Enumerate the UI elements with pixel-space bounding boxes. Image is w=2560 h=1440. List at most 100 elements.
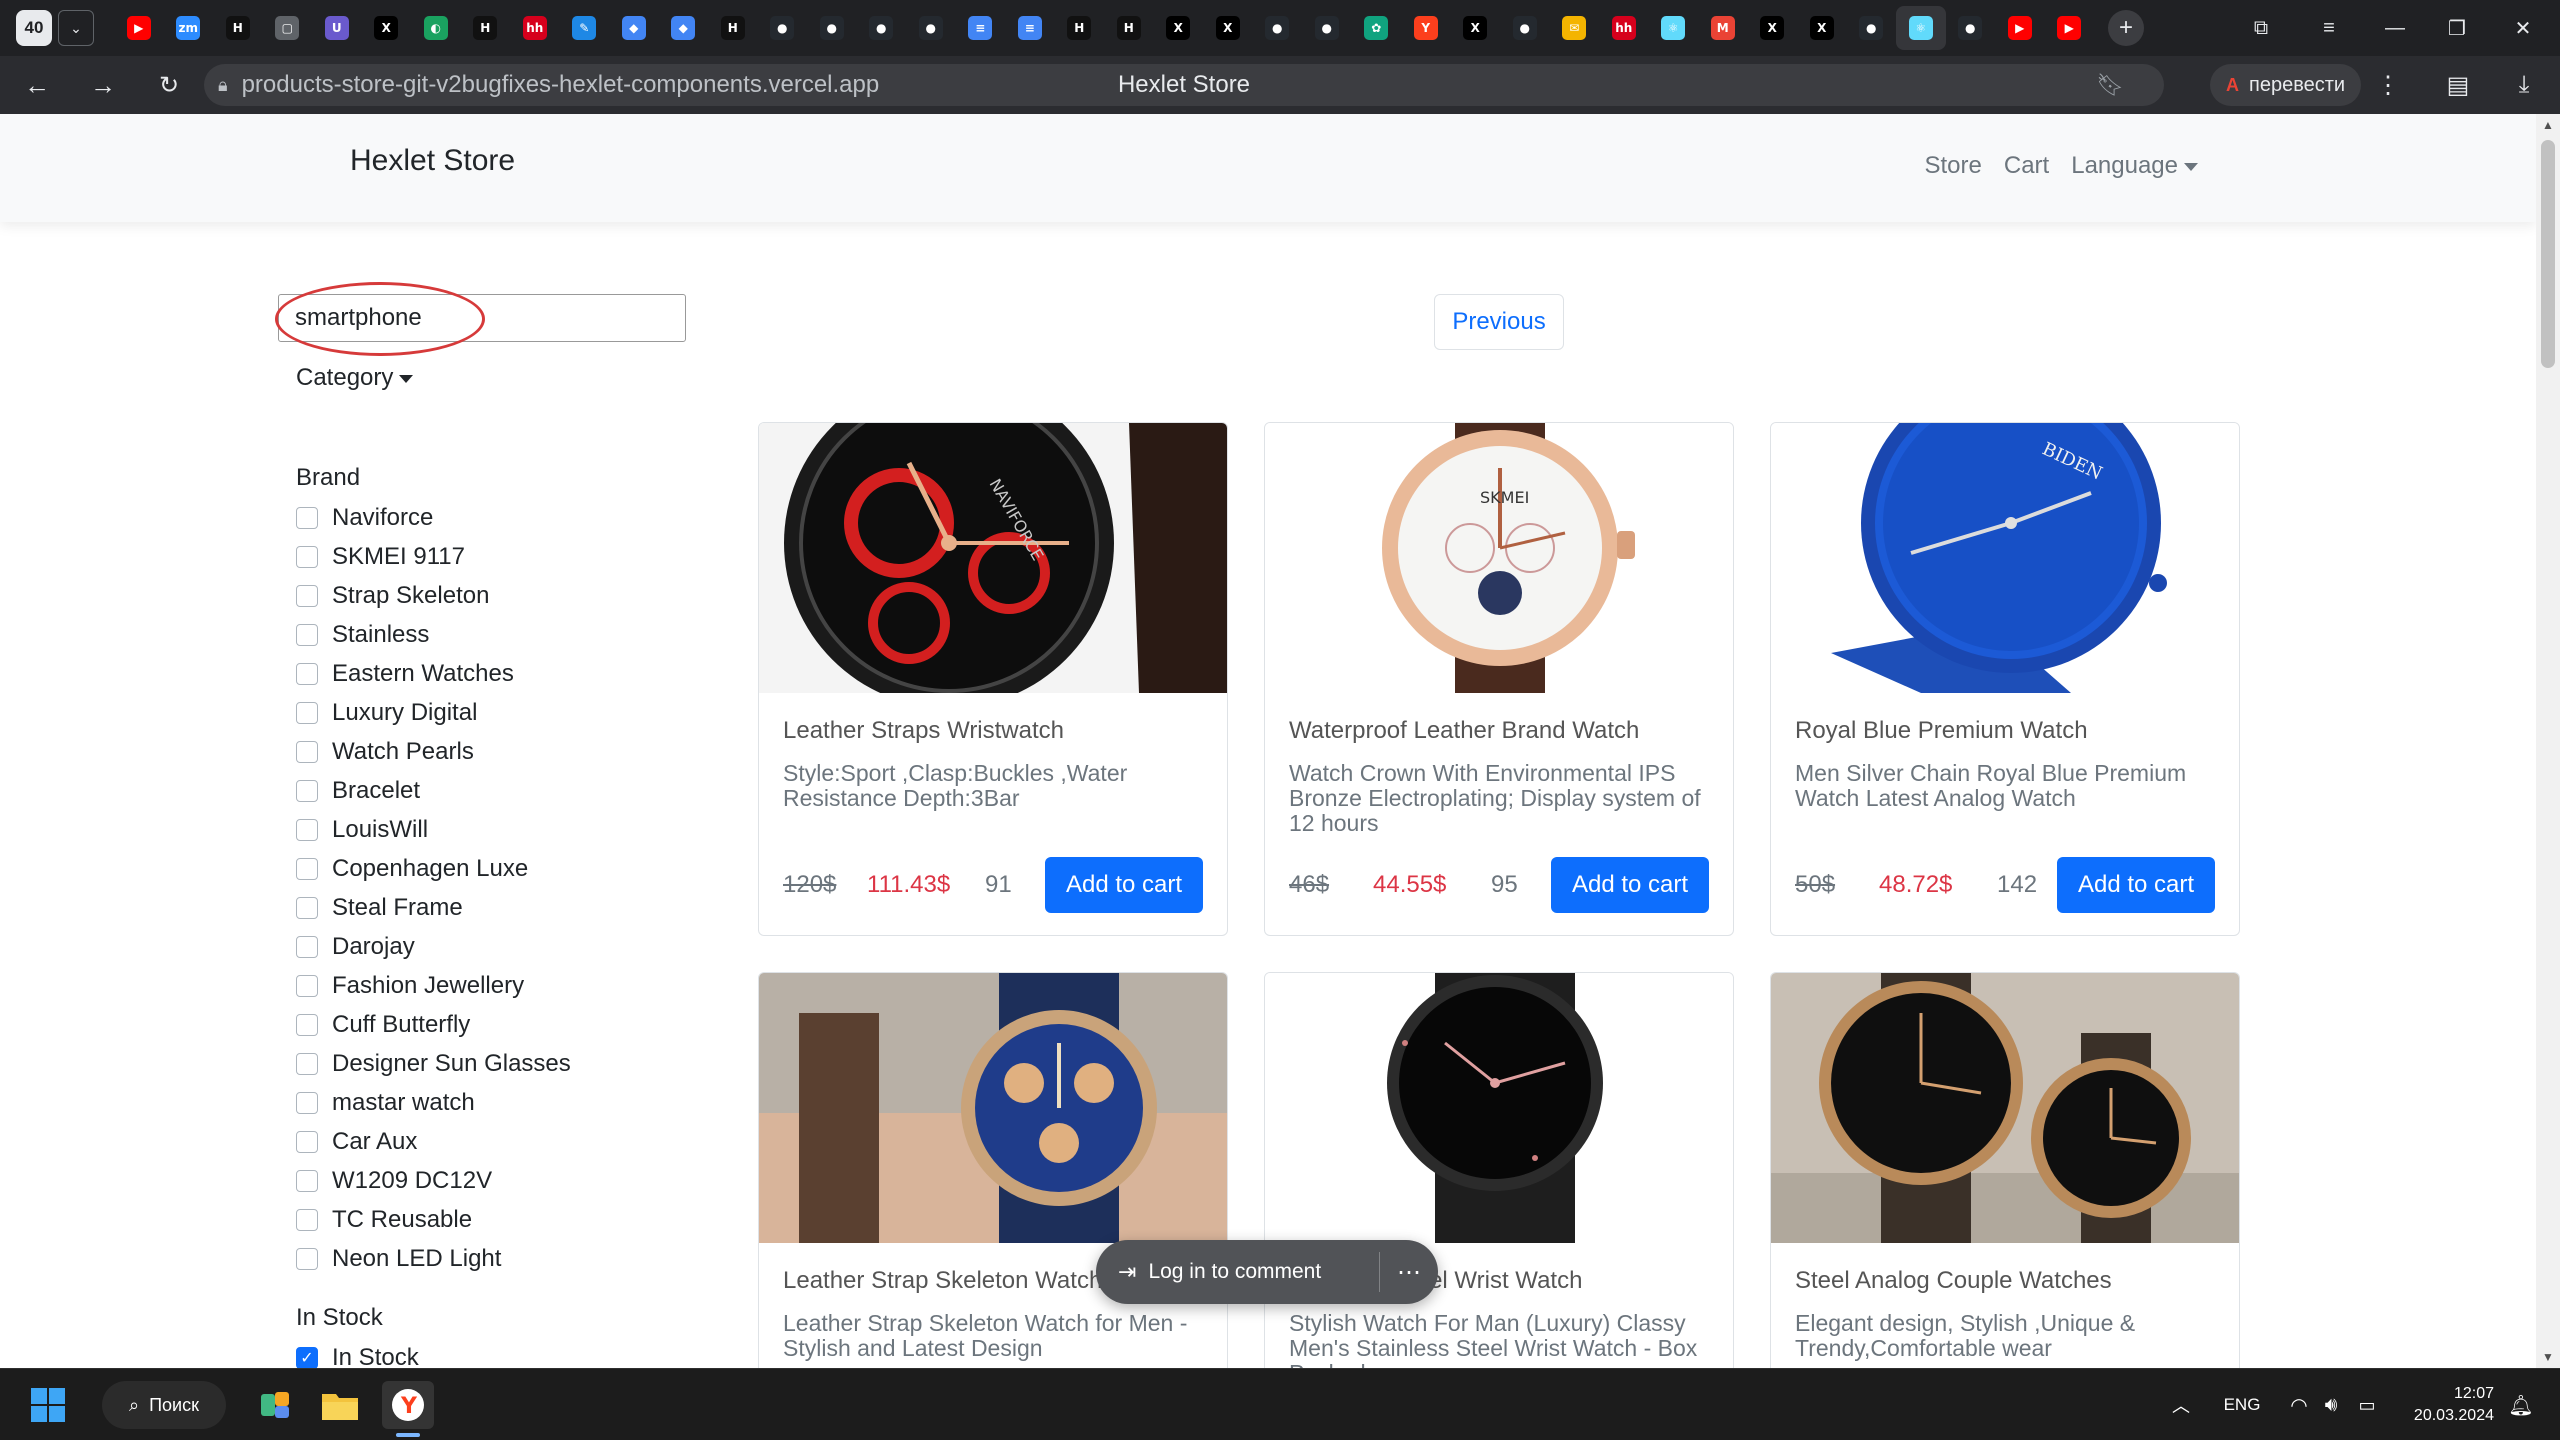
- browser-tab[interactable]: ▶: [2045, 6, 2095, 50]
- brand-checkbox[interactable]: [296, 1169, 318, 1192]
- reload-button[interactable]: ↻: [146, 62, 192, 108]
- more-icon[interactable]: ⋯: [1380, 1258, 1438, 1287]
- brand-checkbox[interactable]: [296, 740, 318, 763]
- battery-icon[interactable]: ▭: [2350, 1381, 2384, 1429]
- nav-cart-link[interactable]: Cart: [2004, 152, 2049, 180]
- browser-tab[interactable]: ●: [857, 6, 907, 50]
- browser-tab[interactable]: ●: [1253, 6, 1303, 50]
- browser-tab[interactable]: ●: [906, 6, 956, 50]
- browser-tab[interactable]: hh: [510, 6, 560, 50]
- forward-button[interactable]: →: [80, 62, 126, 108]
- browser-tab[interactable]: ✎: [560, 6, 610, 50]
- brand-checkbox-row[interactable]: TC Reusable: [296, 1200, 716, 1239]
- browser-tab[interactable]: ▢: [263, 6, 313, 50]
- collections-icon[interactable]: ⧉: [2232, 0, 2290, 56]
- restore-button[interactable]: ❐: [2428, 0, 2486, 56]
- file-explorer-icon[interactable]: [316, 1381, 364, 1429]
- volume-icon[interactable]: 🔊︎: [2316, 1381, 2346, 1429]
- new-tab-button[interactable]: +: [2108, 10, 2144, 46]
- url-field[interactable]: 🔒︎ products-store-git-v2bugfixes-hexlet-…: [204, 64, 2164, 106]
- brand-checkbox[interactable]: [296, 623, 318, 646]
- brand-checkbox[interactable]: [296, 1208, 318, 1231]
- windows-start-icon[interactable]: [24, 1381, 72, 1429]
- download-icon[interactable]: ⤓: [2500, 56, 2548, 114]
- widgets-icon[interactable]: [252, 1381, 300, 1429]
- brand-checkbox-row[interactable]: Eastern Watches: [296, 654, 716, 693]
- browser-tab[interactable]: ▶: [1995, 6, 2045, 50]
- browser-tab[interactable]: ●: [1847, 6, 1897, 50]
- browser-tab[interactable]: H: [1104, 6, 1154, 50]
- brand-checkbox[interactable]: [296, 701, 318, 724]
- brand-checkbox-row[interactable]: LouisWill: [296, 810, 716, 849]
- brand-checkbox-row[interactable]: Stainless: [296, 615, 716, 654]
- brand-checkbox[interactable]: [296, 1013, 318, 1036]
- brand-checkbox-row[interactable]: Neon LED Light: [296, 1239, 716, 1278]
- browser-tab[interactable]: ✉: [1550, 6, 1600, 50]
- browser-tab[interactable]: ●: [1946, 6, 1996, 50]
- brand-checkbox-row[interactable]: Naviforce: [296, 498, 716, 537]
- brand-checkbox-row[interactable]: Watch Pearls: [296, 732, 716, 771]
- browser-tab[interactable]: H: [461, 6, 511, 50]
- browser-tab[interactable]: H: [708, 6, 758, 50]
- browser-tab[interactable]: ●: [1500, 6, 1550, 50]
- browser-tab[interactable]: ⚛: [1896, 6, 1946, 50]
- product-title[interactable]: Waterproof Leather Brand Watch: [1289, 717, 1709, 745]
- input-language-indicator[interactable]: ENG: [2214, 1381, 2270, 1429]
- brand-checkbox-row[interactable]: mastar watch: [296, 1083, 716, 1122]
- url-text[interactable]: products-store-git-v2bugfixes-hexlet-com…: [242, 71, 880, 99]
- brand-checkbox-row[interactable]: Designer Sun Glasses: [296, 1044, 716, 1083]
- brand-checkbox[interactable]: [296, 1247, 318, 1270]
- browser-tab[interactable]: M: [1698, 6, 1748, 50]
- brand-checkbox[interactable]: [296, 1052, 318, 1075]
- browser-tab[interactable]: X: [1203, 6, 1253, 50]
- log-in-to-comment-pill[interactable]: ⇥ Log in to comment ⋯: [1096, 1240, 1438, 1304]
- browser-tab[interactable]: U: [312, 6, 362, 50]
- more-options-icon[interactable]: ⋮: [2364, 56, 2412, 114]
- product-title[interactable]: Leather Straps Wristwatch: [783, 717, 1203, 745]
- tab-list-chevron-icon[interactable]: ⌄: [58, 10, 94, 46]
- browser-tab[interactable]: ≡: [1005, 6, 1055, 50]
- brand-checkbox[interactable]: [296, 1091, 318, 1114]
- browser-tab[interactable]: zm: [164, 6, 214, 50]
- browser-tab[interactable]: hh: [1599, 6, 1649, 50]
- brand-checkbox-row[interactable]: Cuff Butterfly: [296, 1005, 716, 1044]
- browser-tab[interactable]: X: [1154, 6, 1204, 50]
- brand-checkbox-row[interactable]: Luxury Digital: [296, 693, 716, 732]
- brand-checkbox[interactable]: [296, 545, 318, 568]
- taskbar-search-button[interactable]: ⌕ Поиск: [102, 1381, 226, 1429]
- brand-checkbox[interactable]: [296, 896, 318, 919]
- browser-tab[interactable]: X: [362, 6, 412, 50]
- brand-checkbox-row[interactable]: SKMEI 9117: [296, 537, 716, 576]
- scrollbar-thumb[interactable]: [2541, 140, 2555, 368]
- bookmark-icon[interactable]: 🔖︎: [2096, 72, 2124, 98]
- brand-checkbox-row[interactable]: Car Aux: [296, 1122, 716, 1161]
- in-stock-checkbox[interactable]: ✓: [296, 1346, 318, 1368]
- comment-label[interactable]: Log in to comment: [1148, 1260, 1321, 1284]
- yandex-browser-taskbar-icon[interactable]: Y: [382, 1381, 434, 1429]
- add-to-cart-button[interactable]: Add to cart: [1045, 857, 1203, 913]
- taskbar-clock[interactable]: 12:07 20.03.2024: [2414, 1383, 2494, 1427]
- notifications-bell-icon[interactable]: 🔔︎: [2506, 1381, 2536, 1429]
- browser-tab[interactable]: ●: [758, 6, 808, 50]
- scroll-down-arrow-icon[interactable]: ▼: [2536, 1350, 2560, 1364]
- brand-checkbox-row[interactable]: Bracelet: [296, 771, 716, 810]
- brand-checkbox-row[interactable]: Darojay: [296, 927, 716, 966]
- add-to-cart-button[interactable]: Add to cart: [2057, 857, 2215, 913]
- brand-checkbox-row[interactable]: Steal Frame: [296, 888, 716, 927]
- previous-page-button[interactable]: Previous: [1434, 294, 1564, 350]
- browser-tab[interactable]: ●: [807, 6, 857, 50]
- add-to-cart-button[interactable]: Add to cart: [1551, 857, 1709, 913]
- wifi-icon[interactable]: ◠: [2284, 1381, 2314, 1429]
- browser-tab[interactable]: H: [213, 6, 263, 50]
- brand-checkbox[interactable]: [296, 1130, 318, 1153]
- brand-checkbox-row[interactable]: Fashion Jewellery: [296, 966, 716, 1005]
- browser-tab[interactable]: ⚛: [1649, 6, 1699, 50]
- brand-checkbox-row[interactable]: W1209 DC12V: [296, 1161, 716, 1200]
- back-button[interactable]: ←: [14, 62, 60, 108]
- minimize-button[interactable]: —: [2366, 0, 2424, 56]
- browser-tab[interactable]: ◆: [609, 6, 659, 50]
- page-scrollbar[interactable]: ▲ ▼: [2536, 114, 2560, 1368]
- scroll-up-arrow-icon[interactable]: ▲: [2536, 118, 2560, 132]
- search-input[interactable]: [278, 294, 686, 342]
- translate-button[interactable]: A перевести: [2210, 64, 2362, 106]
